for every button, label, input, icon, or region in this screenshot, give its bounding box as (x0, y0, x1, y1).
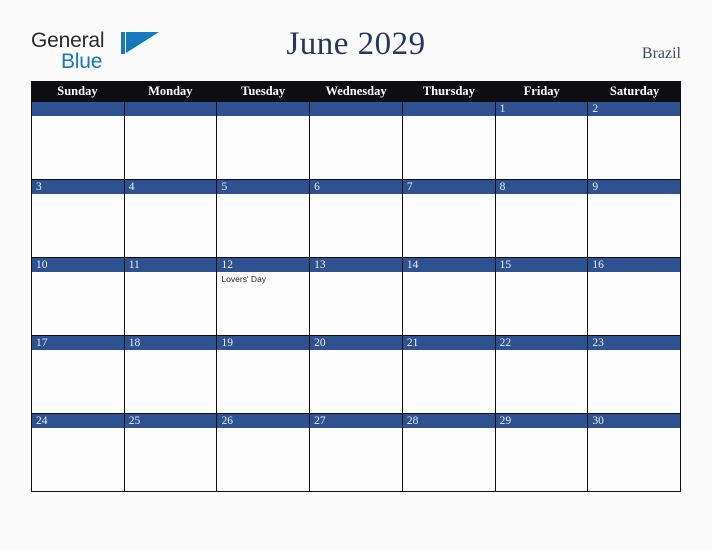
calendar-day-cell-25[interactable]: 25 (123, 414, 217, 491)
day-number: 27 (314, 415, 326, 427)
day-band (495, 180, 588, 194)
day-band (402, 102, 495, 116)
day-number: 16 (592, 259, 604, 271)
day-event-label: Lovers' Day (221, 274, 267, 284)
calendar-day-cell-3[interactable]: 3 (32, 180, 124, 257)
calendar-day-cell-8[interactable]: 8 (494, 180, 588, 257)
day-number: 28 (406, 415, 419, 427)
day-band (495, 102, 588, 116)
day-band (310, 180, 402, 194)
calendar-day-cell-2[interactable]: 2 (587, 102, 681, 179)
day-number: 6 (314, 181, 320, 193)
calendar-day-cell-21[interactable]: 21 (401, 336, 495, 413)
day-band (402, 180, 495, 194)
calendar-day-cell-30[interactable]: 30 (587, 414, 681, 491)
day-number: 23 (592, 337, 604, 349)
page-header: General Blue June 2029 Brazil (0, 0, 712, 80)
day-number: 7 (406, 181, 413, 193)
calendar-week-row: 10 11 12 Lovers' Day 13 14 15 16 (32, 257, 681, 335)
day-number: 1 (499, 103, 506, 115)
page-title: June 2029 (286, 26, 426, 62)
day-of-week-sunday: Sunday (57, 84, 98, 98)
day-number: 2 (592, 103, 599, 115)
calendar-day-cell-26[interactable]: 26 (216, 414, 310, 491)
calendar-day-cell-22[interactable]: 22 (494, 336, 588, 413)
day-number: 25 (128, 415, 141, 427)
calendar-grid: Sunday Monday Tuesday Wednesday Thursday… (31, 81, 681, 492)
region-label: Brazil (641, 45, 681, 62)
day-band (310, 102, 402, 116)
day-of-week-tuesday: Tuesday (241, 84, 286, 98)
calendar-day-cell-7[interactable]: 7 (401, 180, 495, 257)
day-number: 20 (314, 337, 326, 349)
day-number: 3 (36, 181, 42, 193)
calendar-day-cell-23[interactable]: 23 (587, 336, 681, 413)
day-band (217, 102, 310, 116)
day-of-week-friday: Friday (523, 84, 560, 98)
day-number: 26 (221, 415, 233, 427)
day-band (124, 180, 217, 194)
calendar-day-cell-9[interactable]: 9 (587, 180, 681, 257)
calendar-day-cell-1[interactable]: 1 (494, 102, 588, 179)
day-number: 30 (592, 415, 604, 427)
day-events: Lovers' Day (217, 272, 309, 285)
calendar-day-cell-24[interactable]: 24 (32, 414, 124, 491)
day-number: 14 (406, 259, 419, 271)
calendar-day-cell-16[interactable]: 16 (587, 258, 681, 335)
day-band (588, 180, 681, 194)
calendar-weeks: 1 2 3 4 5 6 7 8 9 10 11 12 Lovers' Day 13 14 15 16 17 18 19… (31, 102, 681, 492)
day-of-week-monday: Monday (148, 84, 193, 98)
day-number: 22 (499, 337, 512, 349)
calendar-day-cell-20[interactable]: 20 (309, 336, 402, 413)
day-number: 11 (128, 259, 140, 271)
calendar-day-cell-13[interactable]: 13 (309, 258, 402, 335)
calendar-day-cell-17[interactable]: 17 (32, 336, 124, 413)
day-number: 18 (128, 337, 141, 349)
day-number: 10 (36, 259, 48, 271)
day-number: 19 (221, 337, 233, 349)
day-number: 8 (499, 181, 506, 193)
calendar-day-cell-5[interactable]: 5 (216, 180, 310, 257)
calendar-day-cell-6[interactable]: 6 (309, 180, 402, 257)
day-of-week-thursday: Thursday (422, 84, 475, 98)
calendar-day-cell-29[interactable]: 29 (494, 414, 588, 491)
calendar-week-row: 12 (32, 102, 681, 179)
calendar-day-cell-empty[interactable] (309, 102, 402, 179)
calendar-day-cell-empty[interactable] (123, 102, 217, 179)
day-number: 15 (499, 259, 512, 271)
day-band (588, 102, 681, 116)
day-number: 9 (592, 181, 599, 193)
calendar-day-cell-27[interactable]: 27 (309, 414, 402, 491)
calendar-day-cell-28[interactable]: 28 (401, 414, 495, 491)
day-band (32, 102, 124, 116)
calendar-day-cell-4[interactable]: 4 (123, 180, 217, 257)
calendar-day-cell-15[interactable]: 15 (494, 258, 588, 335)
day-number: 24 (36, 415, 48, 427)
calendar-day-cell-empty[interactable] (401, 102, 495, 179)
day-of-week-header-row: Sunday Monday Tuesday Wednesday Thursday… (31, 81, 681, 102)
day-band (217, 180, 310, 194)
calendar-week-row: 3 4 5 6 7 8 9 (32, 179, 681, 257)
day-number: 12 (221, 259, 233, 271)
calendar-day-cell-18[interactable]: 18 (123, 336, 217, 413)
day-band (32, 180, 124, 194)
calendar-day-cell-19[interactable]: 19 (216, 336, 310, 413)
calendar-week-row: 24 25 26 27 28 29 30 (32, 413, 681, 491)
day-number: 5 (221, 181, 228, 193)
day-of-week-saturday: Saturday (609, 84, 660, 98)
calendar-day-cell-empty[interactable] (216, 102, 310, 179)
calendar-day-cell-12[interactable]: 12 Lovers' Day (216, 258, 310, 335)
day-number: 4 (128, 181, 135, 193)
calendar-day-cell-empty[interactable] (32, 102, 124, 179)
day-number: 17 (36, 337, 48, 349)
calendar-day-cell-14[interactable]: 14 (401, 258, 495, 335)
calendar-week-row: 17 18 19 20 21 22 23 (32, 335, 681, 413)
day-band (124, 102, 217, 116)
calendar-day-cell-11[interactable]: 11 (123, 258, 217, 335)
day-number: 13 (314, 259, 326, 271)
day-of-week-wednesday: Wednesday (325, 84, 387, 98)
day-number: 29 (499, 415, 512, 427)
calendar-day-cell-10[interactable]: 10 (32, 258, 124, 335)
day-number: 21 (406, 337, 419, 349)
